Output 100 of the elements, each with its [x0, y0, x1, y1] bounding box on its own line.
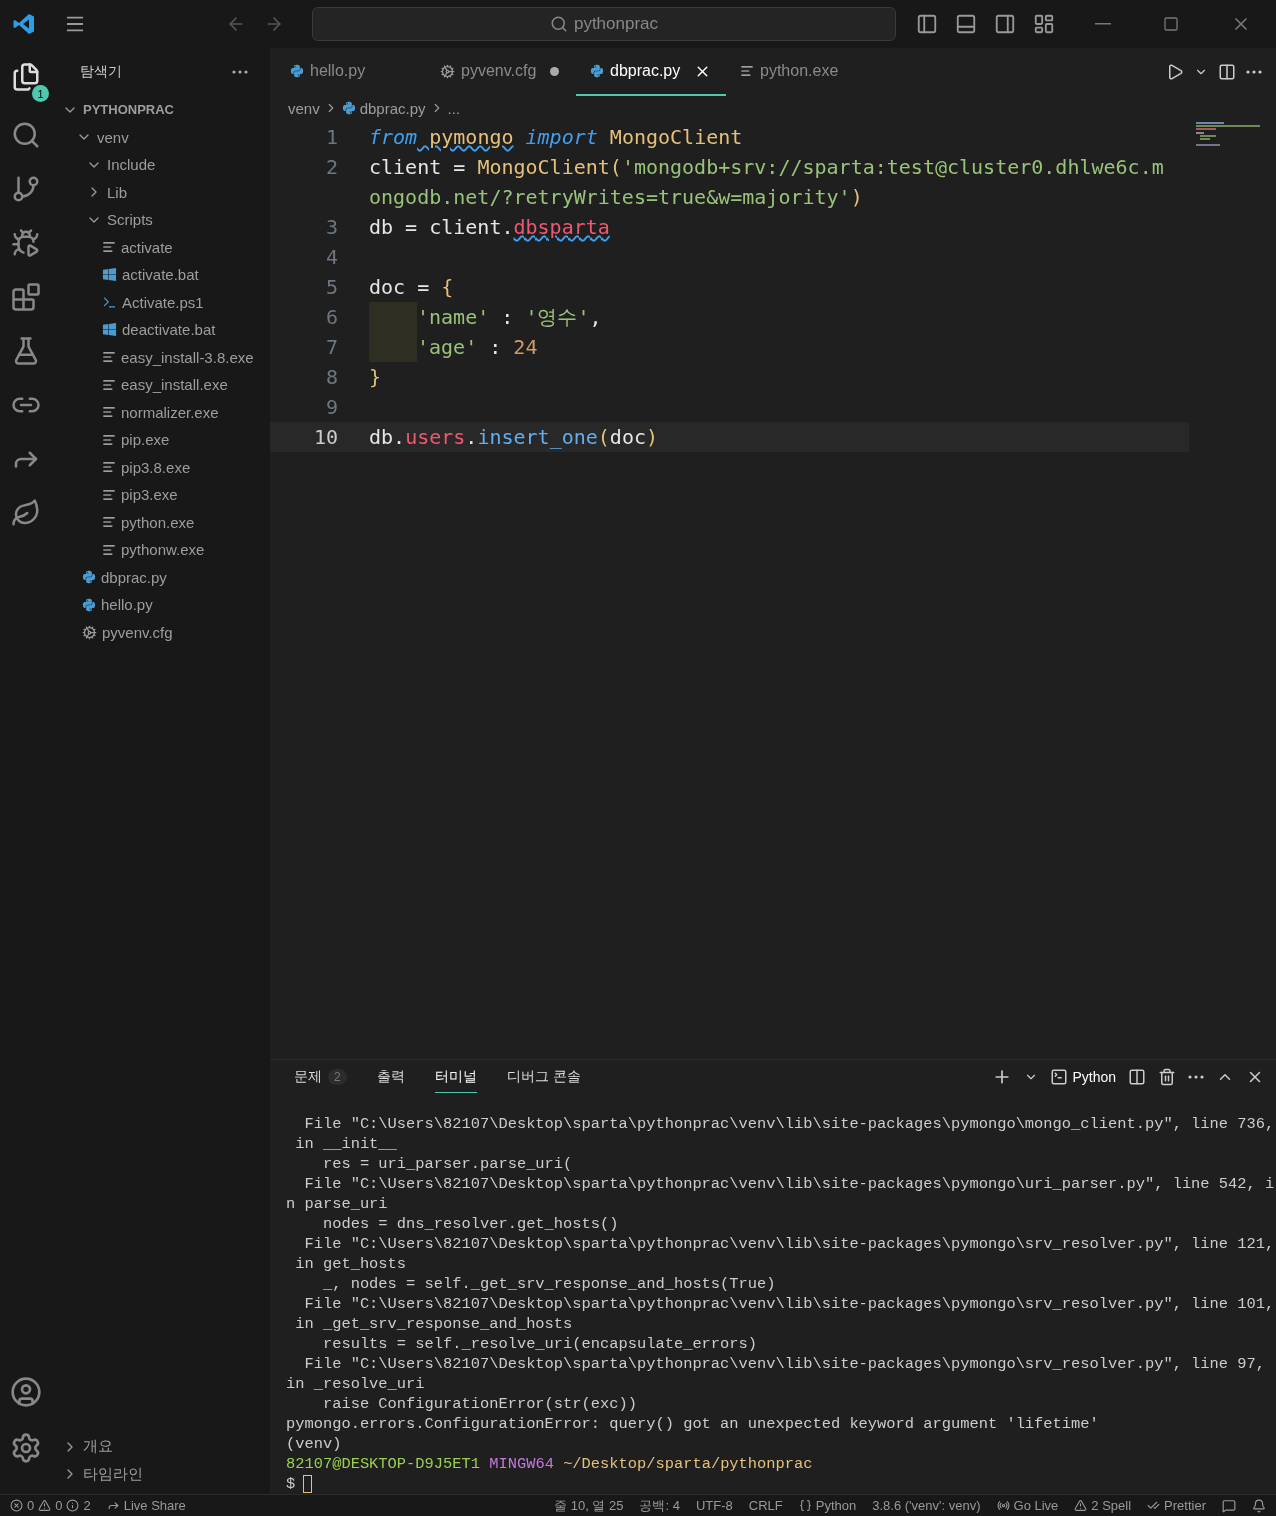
- search-icon: [11, 120, 41, 150]
- line-number: 2: [324, 154, 338, 181]
- text-file-icon: [102, 460, 116, 475]
- terminal-line: File "C:\Users\82107\Desktop\sparta\pythonprac\venv\lib\site-packages\pymongo\srv_resolver.py", line 121,: [303, 1234, 1276, 1254]
- folder-row[interactable]: venv: [52, 123, 270, 151]
- text-file-icon: [102, 240, 116, 255]
- line-number: 10: [312, 424, 338, 451]
- file-row[interactable]: pip.exe: [52, 426, 270, 454]
- info-icon: [66, 1499, 80, 1512]
- terminal-user: 82107@DESKTOP-D9J5ET1: [286, 1455, 480, 1473]
- terminal-line: in _get_srv_response_and_hosts: [294, 1314, 574, 1334]
- editor-tab[interactable]: pyvenv.cfg: [426, 48, 576, 96]
- terminal-shell: MINGW64: [489, 1455, 554, 1473]
- file-row[interactable]: normalizer.exe: [52, 398, 270, 426]
- extensions-icon: [11, 282, 41, 312]
- folder-row[interactable]: Lib: [52, 178, 270, 206]
- file-row[interactable]: easy_install-3.8.exe: [52, 343, 270, 371]
- code-line: db = client.dbsparta: [369, 214, 611, 241]
- section-header[interactable]: 개요: [52, 1433, 270, 1461]
- folder-row[interactable]: Include: [52, 151, 270, 179]
- terminal-line: n parse_uri: [286, 1194, 389, 1214]
- feedback-icon: [1222, 1498, 1236, 1513]
- terminal-selector[interactable]: Python: [1050, 1068, 1116, 1086]
- terminal-line: File "C:\Users\82107\Desktop\sparta\pythonprac\venv\lib\site-packages\pymongo\mongo_client.py", line 736,: [303, 1114, 1276, 1134]
- editor-tab[interactable]: hello.py: [276, 48, 426, 96]
- terminal-line: File "C:\Users\82107\Desktop\sparta\pythonprac\venv\lib\site-packages\pymongo\uri_parser.py", line 542, i: [303, 1174, 1276, 1194]
- status-item[interactable]: 줄 10, 열 25: [554, 1496, 624, 1515]
- split-terminal-icon: [1128, 1068, 1146, 1086]
- terminal-line: pymongo.errors.ConfigurationError: query() got an unexpected keyword argument 'lifetime': [286, 1414, 1100, 1434]
- status-item[interactable]: 2 Spell: [1074, 1498, 1132, 1513]
- file-row[interactable]: pip3.exe: [52, 481, 270, 509]
- terminal-line: File "C:\Users\82107\Desktop\sparta\pythonprac\venv\lib\site-packages\pymongo\srv_resolver.py", line 101,: [303, 1294, 1276, 1314]
- account-icon: [10, 1376, 42, 1408]
- text-file-icon: [102, 487, 116, 502]
- file-row[interactable]: pip3.8.exe: [52, 453, 270, 481]
- section-header[interactable]: 타임라인: [52, 1460, 270, 1488]
- error-icon: [10, 1499, 23, 1512]
- status-item[interactable]: Python: [798, 1498, 857, 1513]
- terminal-cursor: [303, 1475, 313, 1493]
- status-item[interactable]: Go Live: [996, 1498, 1059, 1513]
- python-file-icon: [590, 64, 604, 78]
- workspace-header[interactable]: PYTHONPRAC: [52, 96, 270, 124]
- status-item[interactable]: CRLF: [748, 1498, 783, 1513]
- more-icon: [232, 70, 248, 74]
- windows-file-icon: [102, 322, 117, 338]
- terminal-line: (venv): [286, 1434, 343, 1454]
- panel-tab[interactable]: 문제 2: [294, 1061, 347, 1093]
- breadcrumb-item[interactable]: ...: [447, 99, 461, 117]
- file-row[interactable]: activate: [52, 233, 270, 261]
- status-item[interactable]: Live Share: [106, 1498, 186, 1513]
- text-file-icon: [102, 432, 116, 447]
- code-line: client = MongoClient('mongodb+srv://sparta:test@cluster0.dhlwe6c.mongodb.net/?retryWrites=true&w=majority'): [369, 154, 1165, 211]
- problems-status[interactable]: 0 0 2: [10, 1498, 91, 1513]
- file-row[interactable]: python.exe: [52, 508, 270, 536]
- panel-tab[interactable]: 출력: [376, 1061, 405, 1093]
- windows-file-icon: [102, 267, 117, 283]
- app-logo-icon: [12, 12, 36, 36]
- more-icon: [1246, 70, 1262, 74]
- gear-icon: [440, 63, 455, 79]
- leaf-icon: [11, 498, 41, 528]
- file-row[interactable]: dbprac.py: [52, 563, 270, 591]
- text-file-icon: [102, 542, 116, 557]
- prompt-symbol: $: [286, 1474, 296, 1494]
- terminal-line: nodes = dns_resolver.get_hosts(): [321, 1214, 620, 1234]
- panel-tab[interactable]: 터미널: [434, 1061, 477, 1093]
- status-item[interactable]: 3.8.6 ('venv': venv): [872, 1498, 981, 1513]
- panel-tab[interactable]: 디버그 콘솔: [506, 1061, 581, 1093]
- search-field[interactable]: pythonprac: [312, 7, 896, 41]
- line-number: 4: [324, 244, 338, 271]
- editor-tab[interactable]: python.exe: [726, 48, 876, 96]
- file-row[interactable]: hello.py: [52, 591, 270, 619]
- status-item[interactable]: Prettier: [1147, 1498, 1206, 1513]
- file-row[interactable]: easy_install.exe: [52, 371, 270, 399]
- sidebar-layout-icon: [916, 13, 938, 35]
- notification-badge: 1: [32, 85, 49, 102]
- terminal-line: results = self._resolve_uri(encapsulate_errors): [321, 1334, 759, 1354]
- run-debug-icon: [11, 228, 41, 258]
- breadcrumb-item[interactable]: venv: [288, 99, 320, 117]
- status-item[interactable]: 공백: 4: [639, 1496, 680, 1515]
- breadcrumb-item[interactable]: dbprac.py: [359, 99, 426, 117]
- python-file-icon: [290, 64, 304, 78]
- file-row[interactable]: Activate.ps1: [52, 288, 270, 316]
- file-row[interactable]: activate.bat: [52, 261, 270, 289]
- file-row[interactable]: deactivate.bat: [52, 316, 270, 344]
- text-file-icon: [102, 377, 116, 392]
- minimap-drawing: [1196, 122, 1260, 146]
- python-file-icon: [82, 570, 96, 585]
- code-line: 'age' : 24: [369, 332, 1169, 362]
- folder-row[interactable]: Scripts: [52, 206, 270, 234]
- line-number: 7: [324, 334, 338, 361]
- terminal-path: ~/Desktop/sparta/pythonprac: [563, 1455, 813, 1473]
- terminal-file-icon: [102, 294, 117, 310]
- editor-tab[interactable]: dbprac.py: [576, 48, 726, 96]
- text-file-icon: [740, 64, 754, 78]
- status-item[interactable]: UTF-8: [695, 1498, 733, 1513]
- terminal-line: in _resolve_uri: [286, 1374, 426, 1394]
- file-row[interactable]: pyvenv.cfg: [52, 618, 270, 646]
- file-row[interactable]: pythonw.exe: [52, 536, 270, 564]
- terminal-line: _, nodes = self._get_srv_response_and_hosts(True): [321, 1274, 777, 1294]
- search-icon: [549, 15, 568, 33]
